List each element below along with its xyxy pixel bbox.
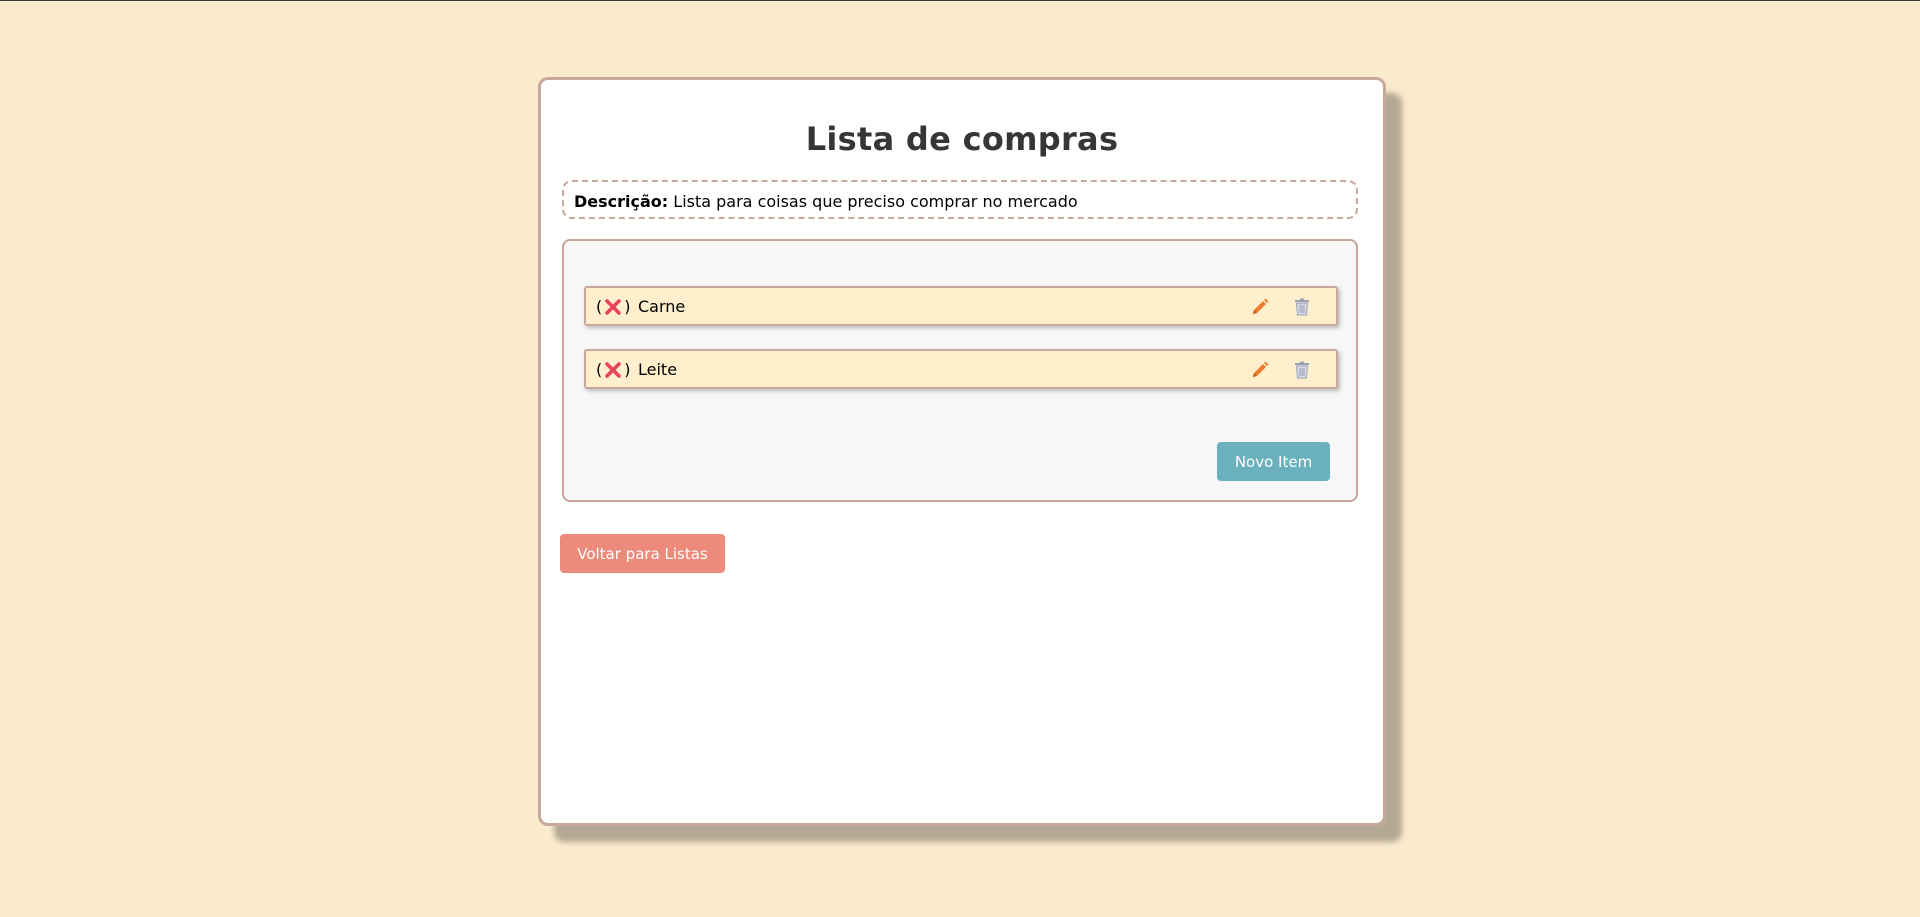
delete-button[interactable] (1292, 297, 1312, 317)
description-box: Descrição: Lista para coisas que preciso… (562, 180, 1358, 219)
list-item: ( ) Leite (584, 349, 1338, 389)
trash-icon (1295, 361, 1309, 379)
page-title: Lista de compras (805, 120, 1119, 158)
red-x-icon (605, 298, 622, 315)
pencil-icon (1253, 361, 1269, 377)
back-to-lists-button[interactable]: Voltar para Listas (560, 534, 725, 573)
list-card: Lista de compras Descrição: Lista para c… (538, 77, 1386, 826)
item-name: Carne (638, 297, 686, 316)
items-panel: ( ) Carne () Leite Novo Item (562, 239, 1358, 502)
red-x-icon (605, 361, 622, 378)
description-text: Lista para coisas que preciso comprar no… (668, 192, 1078, 211)
status-paren-open: ( (596, 360, 603, 379)
item-status-toggle[interactable]: ( ) (596, 360, 631, 379)
status-paren-close: ) (624, 360, 631, 379)
status-paren-close: ) (624, 297, 631, 316)
description-label: Descrição: (574, 192, 669, 211)
edit-button[interactable] (1250, 360, 1270, 380)
status-paren-open: ( (596, 297, 603, 316)
edit-button[interactable] (1250, 297, 1270, 317)
delete-button[interactable] (1292, 360, 1312, 380)
list-item: ( ) Carne (584, 286, 1338, 326)
pencil-icon (1253, 298, 1269, 314)
item-status-toggle[interactable]: ( ) (596, 297, 631, 316)
trash-icon (1295, 298, 1309, 316)
item-name: Leite (638, 360, 678, 379)
top-border-line (0, 0, 1920, 1)
new-item-button[interactable]: Novo Item (1217, 442, 1330, 481)
